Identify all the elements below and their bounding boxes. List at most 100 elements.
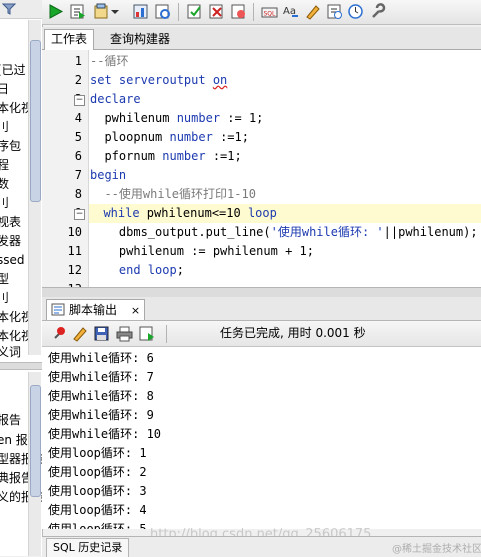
tree-item[interactable]: 刂 xyxy=(0,119,9,136)
worksheet-toolbar: SQL Aa xyxy=(42,0,481,25)
output-line: 使用while循环: 6 xyxy=(48,351,154,365)
watermark-brand: @稀土掘金技术社区 xyxy=(392,544,481,555)
autotrace-icon[interactable] xyxy=(154,3,171,20)
code-token: := 1; xyxy=(220,111,264,125)
output-line: 使用while循环: 7 xyxy=(48,370,154,384)
wrench-icon[interactable] xyxy=(369,3,386,20)
output-line: 使用loop循环: 1 xyxy=(48,446,147,460)
code-line[interactable]: end loop; xyxy=(90,261,184,280)
code-line[interactable]: begin xyxy=(90,166,126,185)
rollback-icon[interactable] xyxy=(208,3,225,20)
connections-toolbar xyxy=(0,0,42,19)
code-token: dbms_output.put_line( xyxy=(90,225,271,239)
run-statement-icon[interactable] xyxy=(47,3,64,20)
fold-toggle-icon[interactable]: − xyxy=(74,209,85,220)
output-line: 使用while循环: 10 xyxy=(48,427,162,441)
code-line[interactable]: pwhilenum number := 1; xyxy=(90,109,263,128)
run-script-icon[interactable] xyxy=(69,3,86,20)
code-token: declare xyxy=(90,92,141,106)
code-token: number xyxy=(169,130,213,144)
code-token: end loop xyxy=(118,263,177,277)
run-script-output-icon[interactable] xyxy=(138,325,155,342)
code-token: number xyxy=(176,111,221,125)
editor-tabs: 工作表 查询构建器 xyxy=(42,27,481,50)
tab-worksheet[interactable]: 工作表 xyxy=(44,29,95,50)
tree-item[interactable]: 视表 xyxy=(0,214,21,231)
code-line[interactable]: dbms_output.put_line('使用while循环: '||pwhi… xyxy=(90,223,478,242)
tree-item[interactable]: 发器 xyxy=(0,233,21,250)
code-token: pwhilenum<=10 xyxy=(139,206,248,220)
output-line: 使用while循环: 9 xyxy=(48,408,154,422)
script-output-area[interactable]: 使用while循环: 6 使用while循环: 7 使用while循环: 8 使用wh… xyxy=(42,347,481,529)
sql-history-icon[interactable] xyxy=(326,3,343,20)
output-toolbar: 任务已完成, 用时 0.001 秒 xyxy=(42,321,481,347)
tree-item[interactable]: 义词 xyxy=(0,344,21,361)
code-token: ploopnum xyxy=(90,130,170,144)
tab-query-builder[interactable]: 查询构建器 xyxy=(104,30,176,49)
chevron-down-icon[interactable] xyxy=(110,3,120,20)
code-token: set serveroutput xyxy=(90,73,213,87)
code-line[interactable]: set serveroutput on xyxy=(90,71,227,90)
task-status: 任务已完成, 用时 0.001 秒 xyxy=(220,326,366,340)
output-line: 使用loop循环: 5 xyxy=(48,522,147,529)
pin-icon[interactable] xyxy=(50,325,67,342)
close-tab-button[interactable]: × xyxy=(131,304,140,317)
line-number: 13 xyxy=(56,280,82,287)
code-token: while xyxy=(103,206,140,220)
fold-toggle-icon[interactable]: − xyxy=(74,95,85,106)
code-line[interactable]: ploopnum number :=1; xyxy=(90,128,249,147)
code-line[interactable]: pwhilenum := pwhilenum + 1; xyxy=(90,242,314,261)
code-token: --循环 xyxy=(90,54,129,68)
tree-item[interactable]: ssed xyxy=(0,252,25,269)
clock-icon[interactable] xyxy=(347,3,364,20)
code-token: ||pwhilenum); xyxy=(383,225,478,239)
save-icon[interactable] xyxy=(93,325,110,342)
line-number: 10 xyxy=(67,225,82,239)
eraser-icon[interactable] xyxy=(71,325,88,342)
explain-plan-icon[interactable] xyxy=(132,3,149,20)
commit-icon[interactable] xyxy=(93,3,110,20)
code-token: on xyxy=(212,73,228,87)
code-line[interactable]: pfornum number :=1; xyxy=(90,147,241,166)
tree-item[interactable]: 程 xyxy=(0,157,9,174)
sql-tuning-icon[interactable]: SQL xyxy=(261,3,278,20)
filter-icon[interactable] xyxy=(2,2,16,16)
code-token: loop xyxy=(247,206,277,220)
clear-icon[interactable] xyxy=(304,3,321,20)
tree-scrollbar-thumb[interactable] xyxy=(30,40,41,202)
commit-check-icon[interactable] xyxy=(186,3,203,20)
output-line: 使用loop循环: 2 xyxy=(48,465,147,479)
code-line[interactable]: --使用while循环打印1-10 xyxy=(90,185,255,204)
sql-editor[interactable]: 12345678910111213−− --循环set serveroutput… xyxy=(42,50,481,287)
cancel-icon[interactable] xyxy=(230,3,247,20)
tree-item[interactable]: 日 xyxy=(0,81,9,98)
tree-item[interactable]: 序包 xyxy=(0,138,21,155)
code-token: :=1; xyxy=(212,130,249,144)
toolbar-separator xyxy=(178,3,179,21)
code-line[interactable]: declare xyxy=(90,90,141,109)
reports-scrollbar-thumb[interactable] xyxy=(30,385,41,497)
code-token: number xyxy=(162,149,206,163)
report-item[interactable]: 报告 xyxy=(0,412,21,429)
tree-item[interactable]: 刂 xyxy=(0,290,9,307)
tree-item[interactable]: 刂 xyxy=(0,195,9,212)
print-icon[interactable] xyxy=(116,325,133,342)
toolbar-separator xyxy=(166,325,167,343)
code-token: pwhilenum := pwhilenum + 1; xyxy=(90,244,314,258)
code-token: pfornum xyxy=(90,149,163,163)
code-token: begin xyxy=(90,168,127,182)
tree-item[interactable]: 型 xyxy=(0,271,9,288)
output-line: 使用loop循环: 4 xyxy=(48,503,147,517)
tab-sql-history[interactable]: SQL 历史记录 xyxy=(46,538,130,557)
output-line: 使用while循环: 8 xyxy=(48,389,154,403)
format-icon[interactable]: Aa xyxy=(283,3,300,20)
code-line[interactable]: while pwhilenum<=10 loop xyxy=(89,204,481,223)
tab-script-output[interactable]: 脚本输出 × xyxy=(46,299,146,320)
panel-splitter[interactable] xyxy=(0,362,42,370)
line-number: 11 xyxy=(67,244,82,258)
code-line[interactable]: --循环 xyxy=(90,52,128,71)
tree-item[interactable]: (已过 xyxy=(0,62,26,79)
tree-item[interactable]: 数 xyxy=(0,176,9,193)
